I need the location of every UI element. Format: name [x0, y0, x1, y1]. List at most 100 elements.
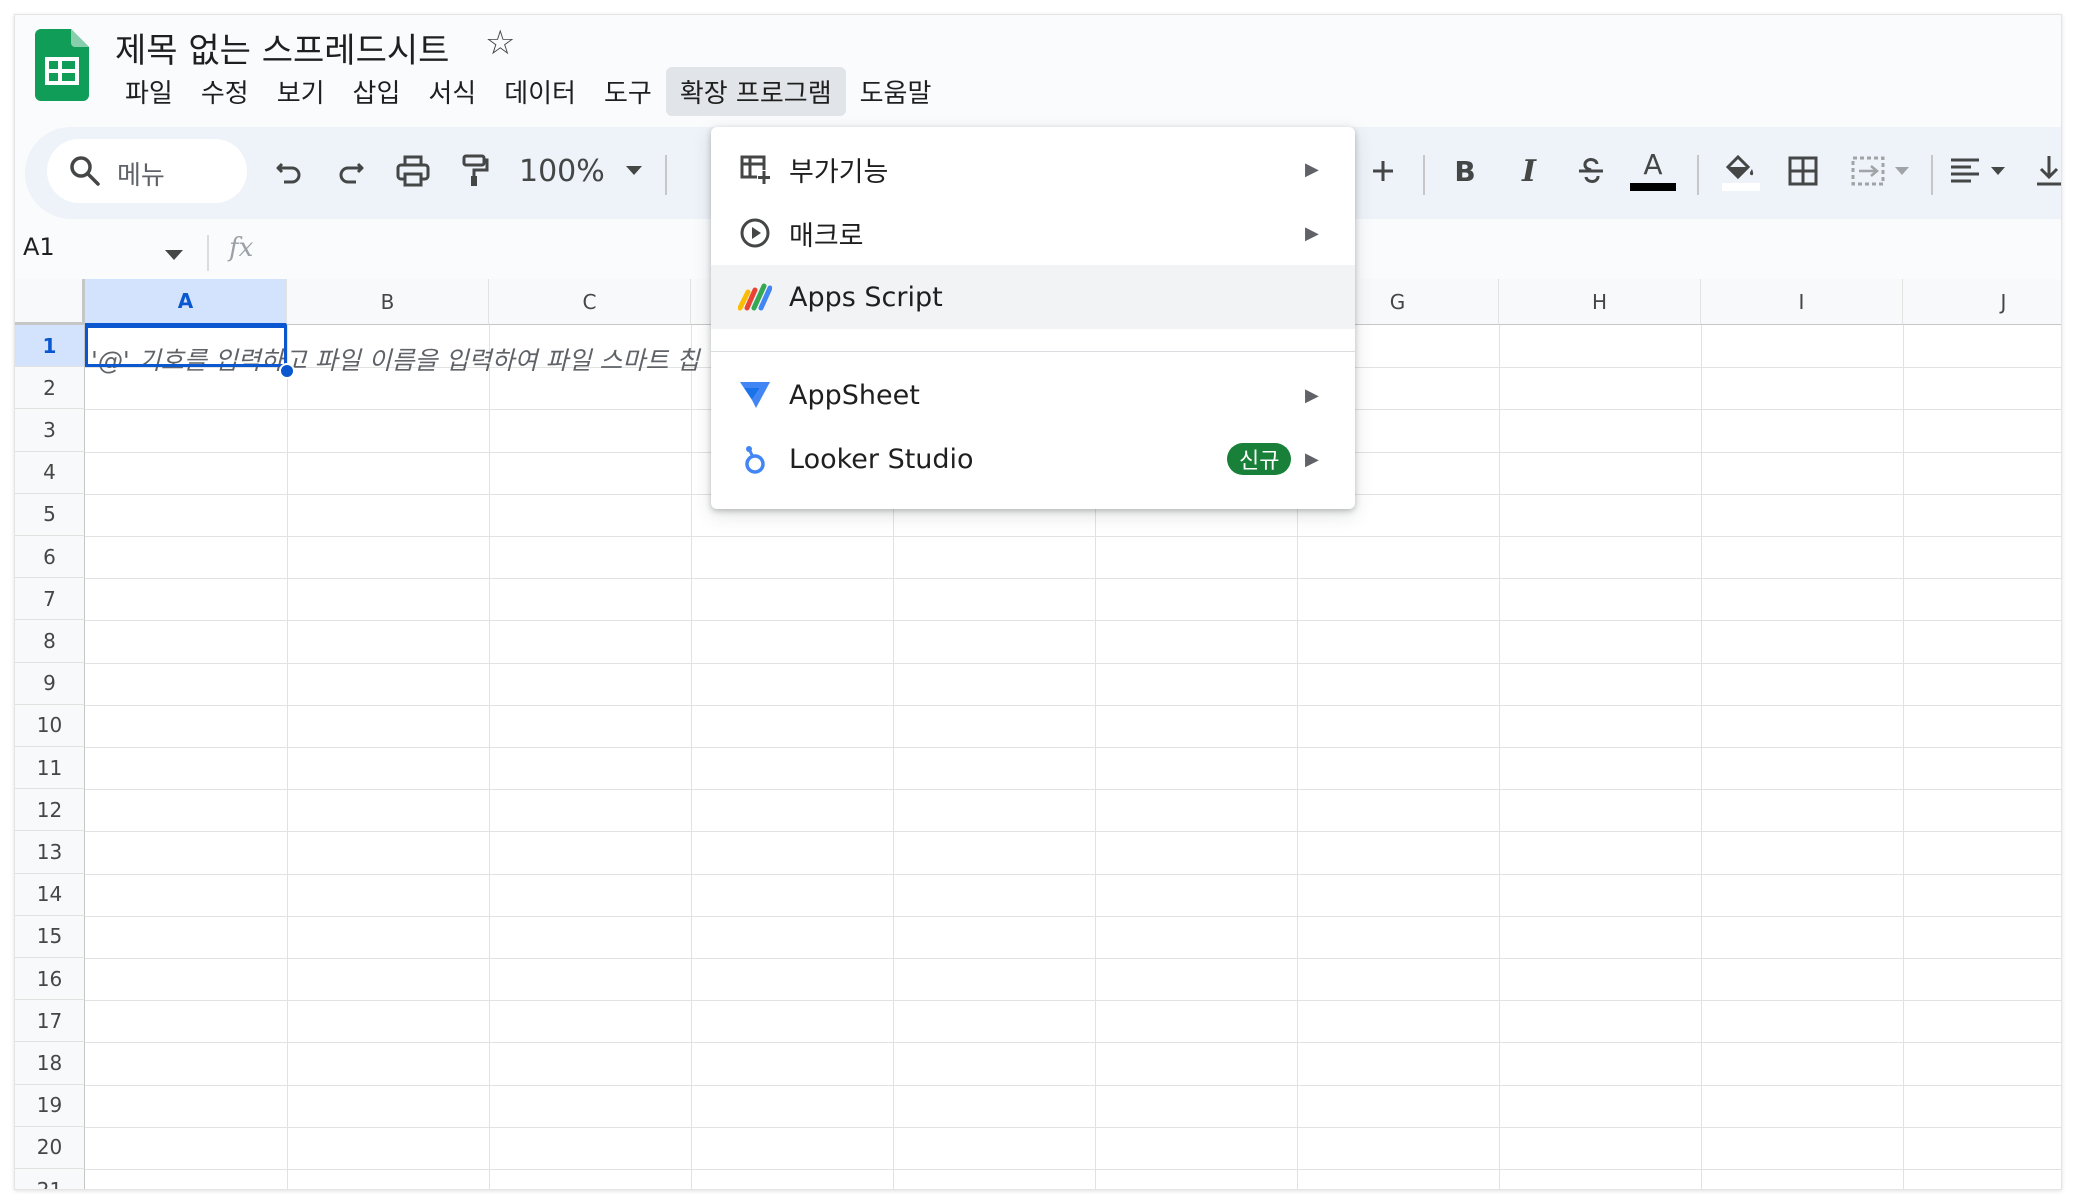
row-gridline	[85, 915, 2061, 917]
column-header-b[interactable]: B	[287, 279, 489, 325]
row-gridline	[85, 1126, 2061, 1128]
row-header-4[interactable]: 4	[15, 451, 85, 494]
toolbar-divider	[1423, 155, 1425, 195]
font-size-increase-button[interactable]	[1363, 151, 1403, 191]
document-title[interactable]: 제목 없는 스프레드시트	[115, 23, 449, 72]
borders-icon	[1788, 156, 1818, 186]
row-gridline	[85, 536, 2061, 537]
column-header-c[interactable]: C	[489, 279, 691, 325]
row-header-15[interactable]: 15	[15, 915, 85, 958]
row-header-14[interactable]: 14	[15, 873, 85, 916]
column-header-i[interactable]: I	[1701, 279, 1903, 325]
menu-item-looker-studio[interactable]: Looker Studio 신규 ▶	[711, 427, 1355, 491]
zoom-dropdown-caret[interactable]	[619, 151, 649, 191]
undo-button[interactable]	[269, 151, 309, 191]
text-color-button[interactable]: A	[1627, 151, 1679, 191]
menu-insert[interactable]: 삽입	[339, 67, 415, 116]
column-gridline	[489, 325, 490, 1189]
menu-help[interactable]: 도움말	[846, 67, 946, 116]
row-header-1[interactable]: 1	[15, 325, 85, 368]
caret-down-icon	[626, 166, 642, 175]
align-bottom-icon	[2037, 156, 2061, 186]
row-header-16[interactable]: 16	[15, 958, 85, 1001]
fx-icon: fx	[229, 233, 254, 263]
align-left-icon	[1951, 158, 2005, 183]
strikethrough-button[interactable]	[1571, 151, 1611, 191]
horizontal-align-button[interactable]	[1945, 151, 2015, 191]
row-header-2[interactable]: 2	[15, 367, 85, 410]
row-header-13[interactable]: 13	[15, 831, 85, 874]
menu-format[interactable]: 서식	[414, 67, 490, 116]
row-header-10[interactable]: 10	[15, 704, 85, 747]
column-header-j[interactable]: J	[1903, 279, 2061, 325]
merge-cells-button[interactable]	[1849, 151, 1919, 191]
menu-tools[interactable]: 도구	[590, 67, 666, 116]
apps-script-icon	[737, 279, 773, 315]
menu-bar: 파일 수정 보기 삽입 서식 데이터 도구 확장 프로그램 도움말	[111, 66, 946, 116]
row-gridline	[85, 789, 2061, 791]
row-header-11[interactable]: 11	[15, 747, 85, 790]
menu-extensions[interactable]: 확장 프로그램	[665, 66, 846, 116]
row-header-6[interactable]: 6	[15, 536, 85, 579]
print-button[interactable]	[393, 151, 433, 191]
row-header-9[interactable]: 9	[15, 662, 85, 705]
extensions-menu: 부가기능 ▶ 매크로 ▶ Apps Script AppSheet ▶ Look…	[711, 127, 1355, 509]
looker-studio-icon	[737, 441, 773, 477]
menu-item-apps-script[interactable]: Apps Script	[711, 265, 1355, 329]
paint-format-icon	[462, 154, 489, 186]
menu-item-addons[interactable]: 부가기능 ▶	[711, 137, 1355, 201]
star-icon[interactable]: ☆	[485, 23, 515, 63]
sheets-logo-icon[interactable]	[35, 29, 89, 101]
borders-button[interactable]	[1783, 151, 1823, 191]
bold-button[interactable]: B	[1445, 151, 1485, 191]
name-box-caret-icon[interactable]	[165, 245, 183, 264]
name-box[interactable]: A1	[23, 233, 55, 261]
row-header-19[interactable]: 19	[15, 1084, 85, 1127]
paint-format-button[interactable]	[455, 151, 495, 191]
menu-item-appsheet[interactable]: AppSheet ▶	[711, 363, 1355, 427]
menu-divider	[711, 351, 1355, 352]
row-header-18[interactable]: 18	[15, 1042, 85, 1085]
redo-icon	[339, 162, 364, 184]
row-gridline	[85, 1042, 2061, 1044]
search-placeholder: 메뉴	[117, 161, 165, 191]
column-gridline	[1903, 325, 1904, 1189]
row-header-3[interactable]: 3	[15, 409, 85, 452]
row-header-8[interactable]: 8	[15, 620, 85, 663]
menu-search-input[interactable]: 메뉴	[47, 139, 247, 203]
selected-cell-a1[interactable]	[85, 325, 287, 367]
vertical-align-button[interactable]	[2031, 151, 2061, 191]
column-header-a[interactable]: A	[85, 279, 287, 325]
menu-item-macros[interactable]: 매크로 ▶	[711, 201, 1355, 265]
row-gridline	[85, 747, 2061, 748]
row-gridline	[85, 831, 2061, 833]
row-header-17[interactable]: 17	[15, 1000, 85, 1043]
menu-edit[interactable]: 수정	[187, 67, 263, 116]
submenu-arrow-icon: ▶	[1305, 158, 1319, 180]
row-header-20[interactable]: 20	[15, 1126, 85, 1169]
fill-color-button[interactable]	[1715, 151, 1765, 191]
fill-handle[interactable]	[279, 363, 295, 379]
redo-button[interactable]	[331, 151, 371, 191]
text-color-swatch	[1630, 183, 1676, 191]
column-gridline	[691, 325, 692, 1189]
undo-icon	[276, 162, 301, 184]
menu-file[interactable]: 파일	[111, 67, 187, 116]
row-header-5[interactable]: 5	[15, 493, 85, 536]
print-icon	[396, 155, 430, 187]
menu-data[interactable]: 데이터	[490, 67, 590, 116]
menu-item-looker-studio-label: Looker Studio	[789, 443, 974, 475]
column-gridline	[287, 325, 288, 1189]
row-header-7[interactable]: 7	[15, 578, 85, 621]
row-gridline	[85, 704, 2061, 706]
toolbar-clipped-item	[691, 155, 699, 195]
italic-button[interactable]: I	[1509, 151, 1549, 191]
submenu-arrow-icon: ▶	[1305, 222, 1319, 244]
row-header-21[interactable]: 21	[15, 1169, 85, 1189]
menu-view[interactable]: 보기	[263, 67, 339, 116]
column-gridline	[1499, 325, 1500, 1189]
column-header-h[interactable]: H	[1499, 279, 1701, 325]
select-all-corner[interactable]	[15, 279, 85, 325]
row-header-12[interactable]: 12	[15, 789, 85, 832]
row-gridline	[85, 1169, 2061, 1170]
